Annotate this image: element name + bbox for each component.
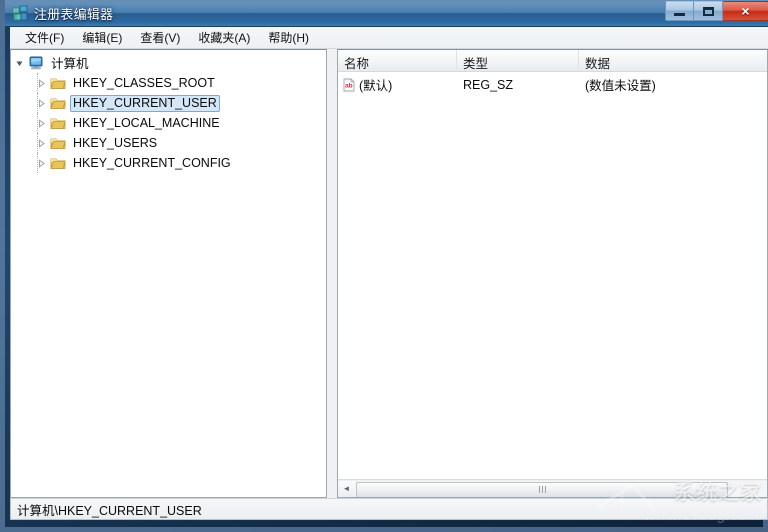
tree-guide-line (37, 73, 39, 93)
menu-view[interactable]: 查看(V) (131, 27, 189, 49)
column-header-type[interactable]: 类型 (457, 50, 579, 72)
tree-item-hkey-local-machine[interactable]: HKEY_LOCAL_MACHINE (11, 113, 326, 133)
close-button[interactable]: × (723, 1, 768, 21)
registry-values-pane[interactable]: 名称 类型 数据 ab (默认) REG_SZ (数值未设置) ◄ (337, 49, 768, 498)
expand-collapse-icon[interactable] (33, 133, 49, 153)
tree-guide-line (37, 113, 39, 133)
cell-data: (数值未设置) (585, 79, 656, 93)
list-column-header: 名称 类型 数据 (338, 50, 767, 72)
tree-guide-line (37, 153, 39, 173)
registry-tree-pane[interactable]: 计算机 HKEY_CLASSES_ROOT HKEY_CURRENT_USER … (10, 49, 327, 498)
maximize-button[interactable] (694, 1, 723, 21)
desktop-background: 注册表编辑器 × 文件(F) 编辑(E) 查看(V) 收藏夹(A) 帮助(H) (0, 0, 768, 532)
status-path-text: 计算机\HKEY_CURRENT_USER (17, 503, 202, 518)
expand-collapse-icon[interactable] (11, 53, 27, 73)
expand-collapse-icon[interactable] (33, 93, 49, 113)
cell-name: ab (默认) (338, 75, 457, 94)
expand-collapse-icon[interactable] (33, 153, 49, 173)
value-name-text: (默认) (359, 79, 393, 93)
folder-icon (49, 75, 67, 91)
menu-edit[interactable]: 编辑(E) (73, 27, 131, 49)
tree-item-label: HKEY_CLASSES_ROOT (73, 75, 215, 90)
registry-editor-window: 注册表编辑器 × 文件(F) 编辑(E) 查看(V) 收藏夹(A) 帮助(H) (0, 0, 768, 532)
folder-icon (49, 135, 67, 151)
tree-guide-line (37, 133, 39, 153)
table-row[interactable]: ab (默认) REG_SZ (数值未设置) (338, 75, 767, 94)
registry-tree: 计算机 HKEY_CLASSES_ROOT HKEY_CURRENT_USER … (11, 53, 326, 173)
scrollbar-thumb[interactable] (356, 481, 728, 497)
horizontal-scrollbar[interactable]: ◄ (338, 479, 767, 497)
computer-icon (27, 55, 45, 71)
tree-item-label: HKEY_USERS (73, 135, 158, 150)
tree-item-computer[interactable]: 计算机 (11, 53, 326, 73)
content-area: 计算机 HKEY_CLASSES_ROOT HKEY_CURRENT_USER … (10, 49, 768, 498)
list-rows: ab (默认) REG_SZ (数值未设置) (338, 72, 767, 94)
column-header-data[interactable]: 数据 (579, 50, 765, 72)
regedit-icon (12, 5, 29, 22)
window-controls: × (665, 1, 768, 21)
folder-icon (49, 95, 67, 111)
tree-item-label: HKEY_CURRENT_CONFIG (73, 155, 231, 170)
string-value-icon: ab (342, 77, 356, 92)
tree-guide-line (37, 93, 39, 113)
scrollbar-track[interactable] (355, 480, 767, 497)
expand-collapse-icon[interactable] (33, 113, 49, 133)
tree-item-hkey-classes-root[interactable]: HKEY_CLASSES_ROOT (11, 73, 326, 93)
menu-favorites[interactable]: 收藏夹(A) (189, 27, 259, 49)
scrollbar-grip-icon (538, 486, 546, 493)
expand-collapse-icon[interactable] (33, 73, 49, 93)
scroll-left-arrow-icon[interactable]: ◄ (338, 480, 355, 497)
folder-icon (49, 115, 67, 131)
minimize-icon (666, 2, 693, 20)
menu-file[interactable]: 文件(F) (16, 27, 73, 49)
menu-help[interactable]: 帮助(H) (259, 27, 318, 49)
tree-item-label: HKEY_CURRENT_USER (70, 94, 220, 112)
maximize-icon (694, 2, 722, 20)
window-title: 注册表编辑器 (34, 7, 114, 22)
svg-text:ab: ab (345, 82, 353, 89)
cell-type: REG_SZ (463, 77, 514, 92)
close-icon: × (741, 3, 750, 19)
tree-item-hkey-users[interactable]: HKEY_USERS (11, 133, 326, 153)
status-bar: 计算机\HKEY_CURRENT_USER (10, 498, 768, 520)
menu-bar: 文件(F) 编辑(E) 查看(V) 收藏夹(A) 帮助(H) (10, 27, 768, 49)
tree-item-hkey-current-user[interactable]: HKEY_CURRENT_USER (11, 93, 326, 113)
minimize-button[interactable] (665, 1, 694, 21)
title-bar[interactable]: 注册表编辑器 × (5, 0, 768, 27)
column-header-name[interactable]: 名称 (338, 50, 457, 72)
titlebar-glass-highlight (5, 0, 768, 13)
folder-icon (49, 155, 67, 171)
tree-item-label: 计算机 (51, 57, 89, 71)
tree-item-hkey-current-config[interactable]: HKEY_CURRENT_CONFIG (11, 153, 326, 173)
tree-item-label: HKEY_LOCAL_MACHINE (73, 115, 220, 130)
